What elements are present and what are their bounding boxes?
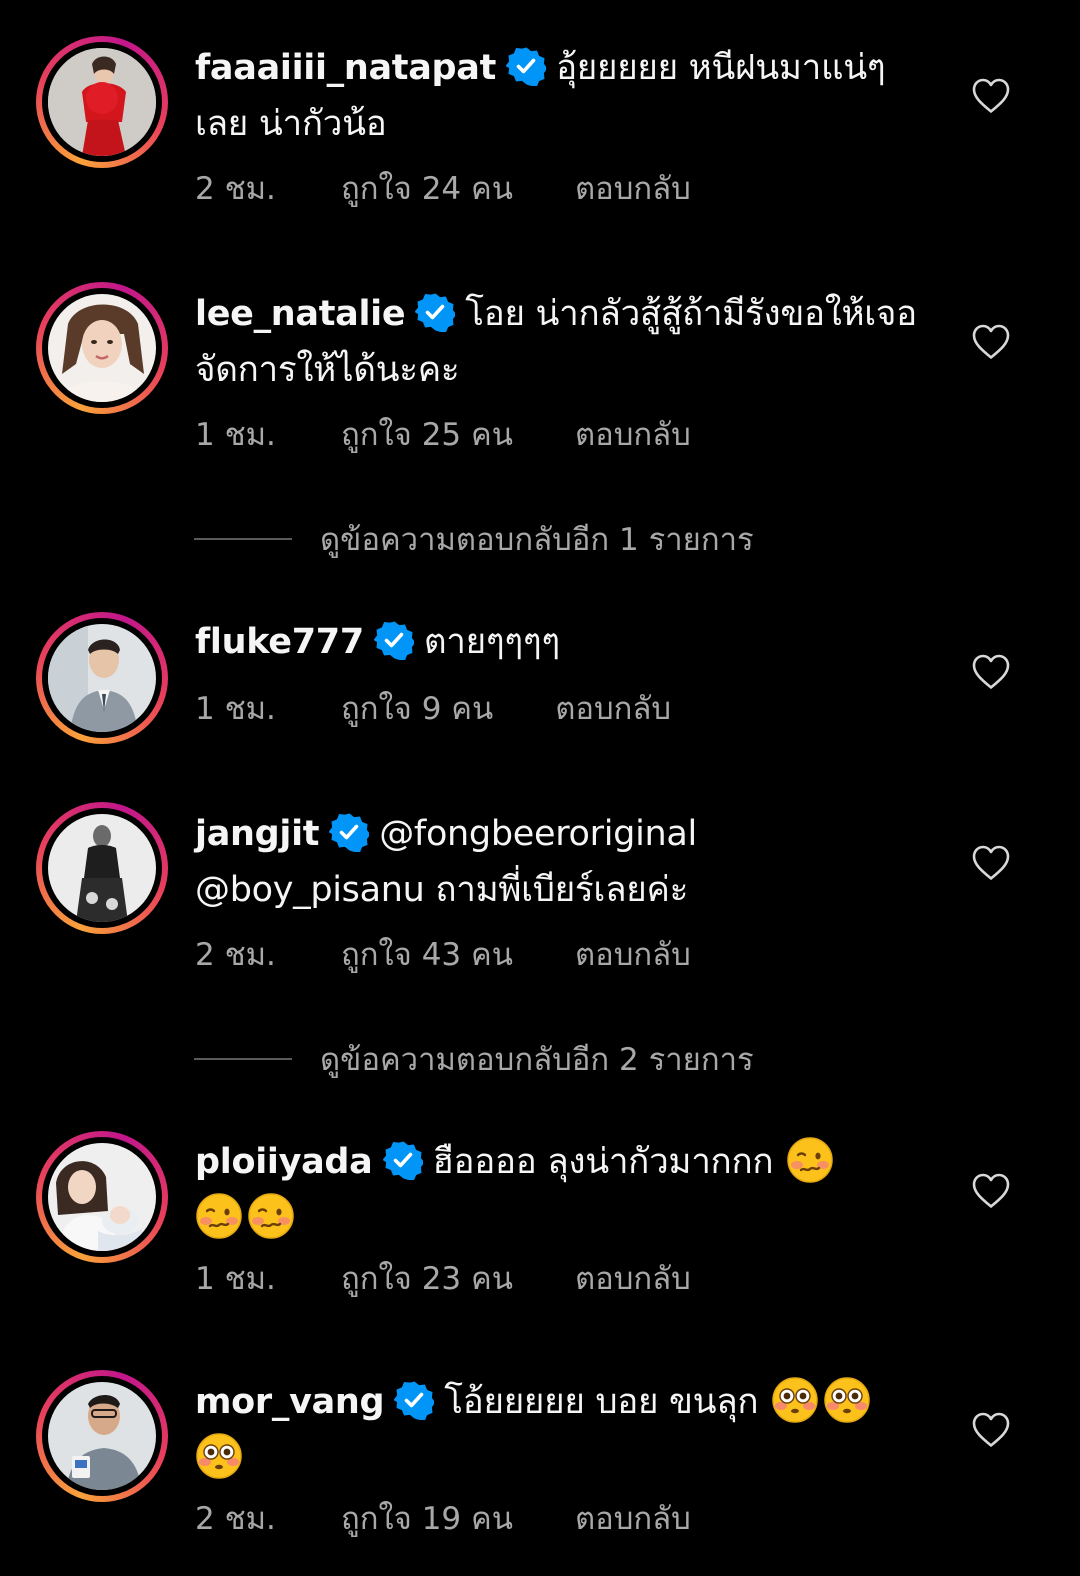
avatar-story-ring[interactable] xyxy=(36,802,168,934)
avatar-story-ring[interactable] xyxy=(36,282,168,414)
username[interactable]: mor_vang xyxy=(195,1382,385,1422)
avatar-story-ring[interactable] xyxy=(36,1370,168,1502)
avatar[interactable] xyxy=(48,624,156,732)
avatar-story-ring[interactable] xyxy=(36,612,168,744)
avatar[interactable] xyxy=(48,1382,156,1490)
username[interactable]: faaaiiii_natapat xyxy=(195,48,496,88)
comment-meta: 1 ชม. ถูกใจ 23 คน ตอบกลับ xyxy=(195,1256,691,1300)
comment-text: โอ้ยยยยย บอย ขนลุก xyxy=(444,1382,759,1422)
comment-meta: 2 ชม. ถูกใจ 43 คน ตอบกลับ xyxy=(195,932,691,976)
verified-badge-icon xyxy=(415,292,455,332)
comment-body: faaaiiii_natapat อุ้ยยยยย หนีฝนมาแน่ๆเลย … xyxy=(195,40,935,152)
verified-badge-icon xyxy=(374,620,414,660)
verified-badge-icon xyxy=(394,1380,434,1420)
comment-time: 1 ชม. xyxy=(195,691,276,727)
avatar[interactable] xyxy=(48,294,156,402)
verified-badge-icon xyxy=(383,1140,423,1180)
reply-button[interactable]: ตอบกลับ xyxy=(555,683,671,733)
comment-time: 1 ชม. xyxy=(195,1261,276,1297)
comment-time: 2 ชม. xyxy=(195,937,276,973)
avatar[interactable] xyxy=(48,814,156,922)
reply-button[interactable]: ตอบกลับ xyxy=(575,929,691,979)
comment-meta: 1 ชม. ถูกใจ 9 คน ตอบกลับ xyxy=(195,686,671,730)
like-heart-icon[interactable] xyxy=(972,654,1010,690)
comment-time: 1 ชม. xyxy=(195,417,276,453)
username[interactable]: lee_natalie xyxy=(195,294,406,334)
username[interactable]: jangjit xyxy=(195,814,320,854)
divider-line xyxy=(194,538,292,540)
comment-meta: 2 ชม. ถูกใจ 19 คน ตอบกลับ xyxy=(195,1496,691,1540)
comment-meta: 2 ชม. ถูกใจ 24 คน ตอบกลับ xyxy=(195,166,691,210)
verified-badge-icon xyxy=(329,812,369,852)
comment-text: ตายๆๆๆๆ xyxy=(423,622,560,662)
like-heart-icon[interactable] xyxy=(972,78,1010,114)
likes-count[interactable]: ถูกใจ 43 คน xyxy=(341,929,513,979)
comment-body: jangjit @fongbeeroriginal @boy_pisanu ถาม… xyxy=(195,806,935,918)
comment-body: fluke777 ตายๆๆๆๆ xyxy=(195,614,935,670)
comment-body: mor_vang โอ้ยยยยย บอย ขนลุก xyxy=(195,1374,935,1486)
comment-body: lee_natalie โอย น่ากลัวสู้สู้ถ้ามีรังขอให… xyxy=(195,286,935,398)
likes-count[interactable]: ถูกใจ 24 คน xyxy=(341,163,513,213)
flushed-face-icon xyxy=(771,1376,819,1424)
reply-button[interactable]: ตอบกลับ xyxy=(575,1493,691,1543)
comment-time: 2 ชม. xyxy=(195,171,276,207)
woozy-face-icon xyxy=(786,1136,834,1184)
like-heart-icon[interactable] xyxy=(972,1173,1010,1209)
username[interactable]: fluke777 xyxy=(195,622,364,662)
comment-text: ฮืออออ ลุงน่ากัวมากกก xyxy=(432,1142,774,1182)
woozy-face-icon xyxy=(247,1192,295,1240)
view-replies-label[interactable]: ดูข้อความตอบกลับอีก 2 รายการ xyxy=(320,1034,754,1084)
likes-count[interactable]: ถูกใจ 25 คน xyxy=(341,409,513,459)
woozy-face-icon xyxy=(195,1192,243,1240)
avatar-story-ring[interactable] xyxy=(36,36,168,168)
like-heart-icon[interactable] xyxy=(972,324,1010,360)
likes-count[interactable]: ถูกใจ 9 คน xyxy=(341,683,493,733)
comment-meta: 1 ชม. ถูกใจ 25 คน ตอบกลับ xyxy=(195,412,691,456)
likes-count[interactable]: ถูกใจ 19 คน xyxy=(341,1493,513,1543)
view-replies-label[interactable]: ดูข้อความตอบกลับอีก 1 รายการ xyxy=(320,514,754,564)
like-heart-icon[interactable] xyxy=(972,1412,1010,1448)
reply-button[interactable]: ตอบกลับ xyxy=(575,163,691,213)
comment-time: 2 ชม. xyxy=(195,1501,276,1537)
avatar[interactable] xyxy=(48,1143,156,1251)
avatar-story-ring[interactable] xyxy=(36,1131,168,1263)
comment-body: ploiiyada ฮืออออ ลุงน่ากัวมากกก xyxy=(195,1134,935,1246)
reply-button[interactable]: ตอบกลับ xyxy=(575,409,691,459)
like-heart-icon[interactable] xyxy=(972,845,1010,881)
view-replies-link[interactable]: ดูข้อความตอบกลับอีก 1 รายการ xyxy=(194,514,754,564)
view-replies-link[interactable]: ดูข้อความตอบกลับอีก 2 รายการ xyxy=(194,1034,754,1084)
flushed-face-icon xyxy=(823,1376,871,1424)
divider-line xyxy=(194,1058,292,1060)
reply-button[interactable]: ตอบกลับ xyxy=(575,1253,691,1303)
flushed-face-icon xyxy=(195,1432,243,1480)
likes-count[interactable]: ถูกใจ 23 คน xyxy=(341,1253,513,1303)
verified-badge-icon xyxy=(506,46,546,86)
avatar[interactable] xyxy=(48,48,156,156)
username[interactable]: ploiiyada xyxy=(195,1142,373,1182)
